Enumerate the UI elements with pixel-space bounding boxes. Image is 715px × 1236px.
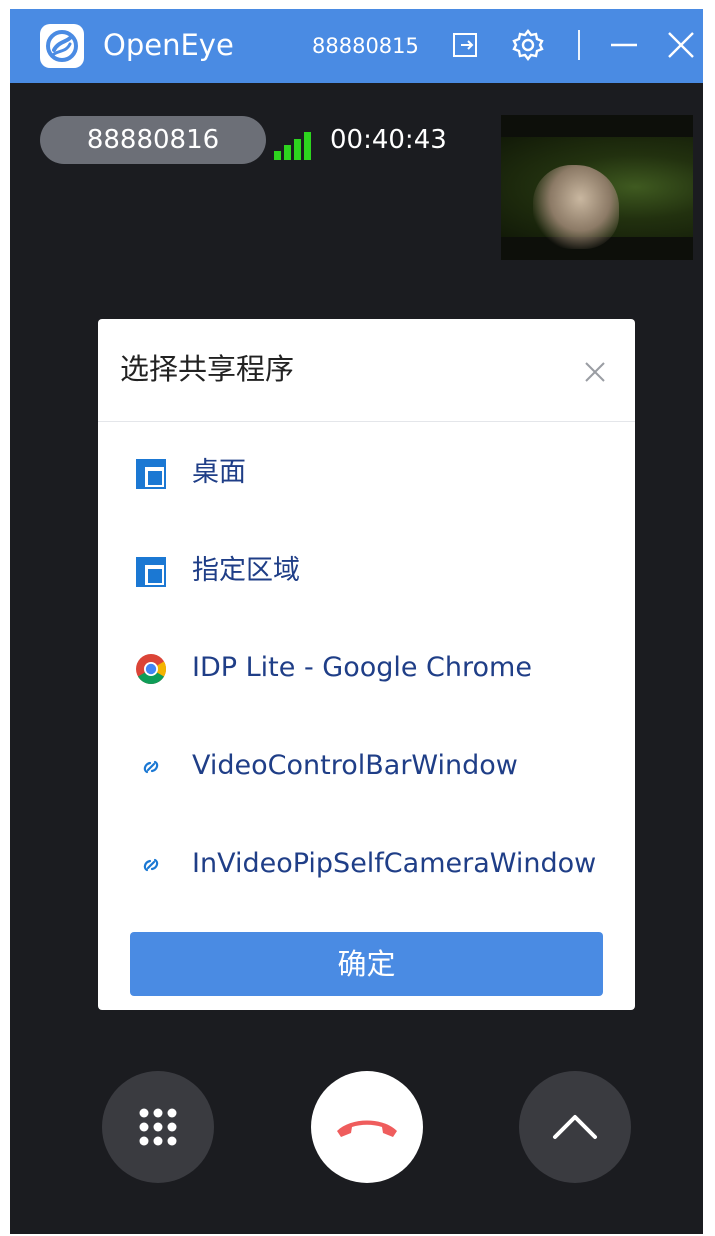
share-option-pip-camera[interactable]: InVideoPipSelfCameraWindow xyxy=(98,834,635,894)
call-window: OpenEye 88880815 88880816 00:40:43 选择共享程… xyxy=(10,9,703,1234)
dialpad-icon xyxy=(139,1108,177,1146)
screen-icon xyxy=(134,457,168,491)
chrome-icon xyxy=(134,652,168,686)
user-id: 88880815 xyxy=(312,34,419,58)
app-link-icon xyxy=(134,848,168,882)
app-name: OpenEye xyxy=(103,28,234,62)
share-option-label: IDP Lite - Google Chrome xyxy=(192,652,532,683)
close-icon[interactable] xyxy=(663,27,699,63)
share-option-desktop[interactable]: 桌面 xyxy=(98,443,635,503)
share-option-video-control-bar[interactable]: VideoControlBarWindow xyxy=(98,736,635,796)
video-subject xyxy=(533,165,619,249)
app-link-icon xyxy=(134,750,168,784)
minimize-icon[interactable] xyxy=(606,27,642,63)
call-duration: 00:40:43 xyxy=(330,125,447,155)
share-option-label: 桌面 xyxy=(192,457,246,488)
hangup-button[interactable] xyxy=(311,1071,423,1183)
dialpad-button[interactable] xyxy=(102,1071,214,1183)
hangup-icon xyxy=(337,1120,397,1137)
logout-icon[interactable] xyxy=(448,27,484,63)
openeye-logo-icon xyxy=(40,24,84,68)
confirm-button[interactable]: 确定 xyxy=(130,932,603,996)
region-icon xyxy=(134,555,168,589)
dialog-divider xyxy=(98,421,635,422)
video-frame xyxy=(501,137,693,249)
dialog-close-icon[interactable] xyxy=(582,359,608,385)
dialog-title: 选择共享程序 xyxy=(120,352,295,386)
share-program-dialog: 选择共享程序 桌面 指定区域 IDP Lite - Google Chrome … xyxy=(98,319,635,1010)
gear-icon[interactable] xyxy=(510,27,546,63)
share-option-label: VideoControlBarWindow xyxy=(192,750,518,781)
expand-button[interactable] xyxy=(519,1071,631,1183)
share-option-chrome[interactable]: IDP Lite - Google Chrome xyxy=(98,638,635,698)
share-option-label: InVideoPipSelfCameraWindow xyxy=(192,848,597,879)
share-option-region[interactable]: 指定区域 xyxy=(98,541,635,601)
remote-user-id: 88880816 xyxy=(40,116,266,164)
chevron-up-icon xyxy=(553,1115,597,1139)
title-bar: OpenEye 88880815 xyxy=(10,9,703,83)
titlebar-divider xyxy=(578,30,580,60)
signal-strength-icon xyxy=(274,130,322,160)
share-option-label: 指定区域 xyxy=(192,555,300,586)
self-video-preview[interactable] xyxy=(501,115,693,260)
